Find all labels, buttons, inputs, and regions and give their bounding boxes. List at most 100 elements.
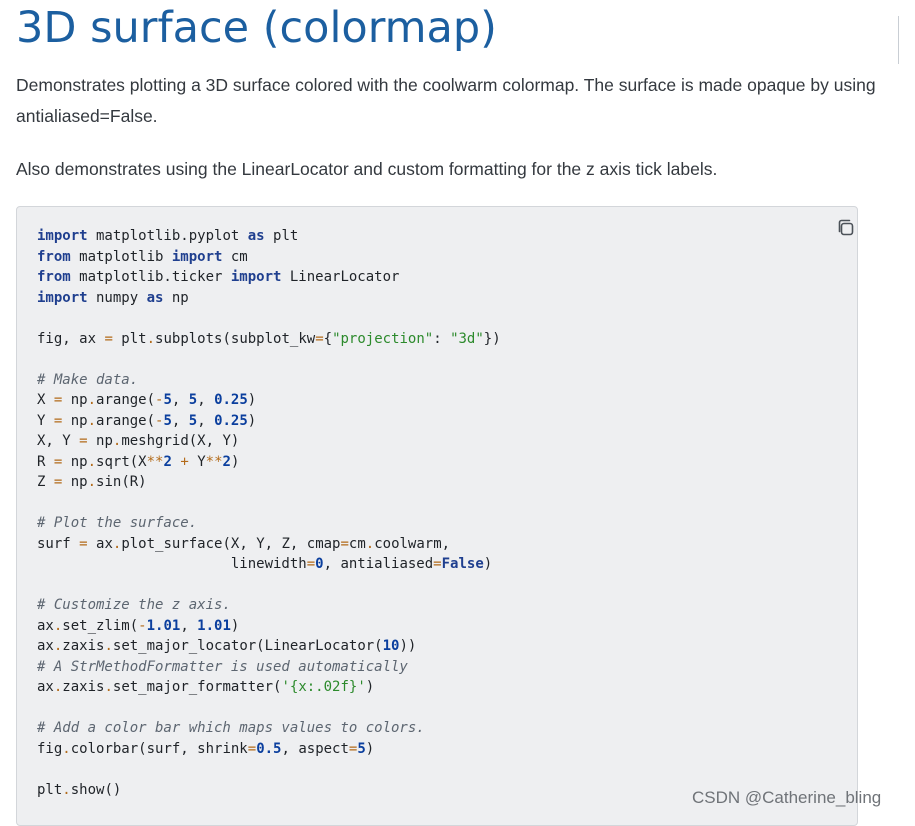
code-token: '{x:.02f}'	[281, 679, 366, 695]
scrollbar-divider	[898, 16, 899, 64]
code-token: 0	[315, 556, 324, 572]
code-token: Z	[37, 474, 54, 490]
code-token: 5	[163, 392, 172, 408]
code-line: from matplotlib.ticker import LinearLoca…	[37, 267, 501, 288]
code-token: set_zlim(	[62, 617, 139, 634]
code-token: sqrt(X	[96, 453, 147, 470]
code-token: .	[87, 392, 97, 408]
code-line: ax.set_zlim(-1.01, 1.01)	[37, 616, 501, 637]
code-token: as	[247, 228, 265, 244]
code-line: Z = np.sin(R)	[37, 472, 501, 493]
code-line: ax.zaxis.set_major_formatter('{x:.02f}')	[37, 677, 501, 698]
code-token: .	[104, 638, 113, 654]
code-line: # Add a color bar which maps values to c…	[37, 718, 501, 739]
code-line: # Make data.	[37, 370, 501, 391]
code-token: R	[37, 453, 54, 470]
code-token: np	[62, 474, 88, 490]
code-token: ))	[399, 638, 417, 654]
code-token: 2	[163, 453, 172, 470]
code-line: X = np.arange(-5, 5, 0.25)	[37, 390, 501, 411]
code-line: R = np.sqrt(X**2 + Y**2)	[37, 452, 501, 473]
code-token: numpy	[87, 289, 147, 306]
code-token: .	[104, 679, 113, 695]
code-token: ,	[180, 617, 198, 634]
code-token: surf	[37, 535, 80, 552]
code-token: np	[62, 412, 88, 429]
code-token: , antialiased	[323, 556, 434, 572]
code-token: matplotlib	[70, 248, 172, 265]
code-token: # Make data.	[37, 371, 139, 388]
code-token: fig	[37, 740, 63, 757]
code-token: np	[87, 433, 113, 449]
code-token: np	[62, 453, 88, 470]
code-token: fig, ax	[37, 330, 105, 347]
copy-button[interactable]	[835, 217, 857, 239]
code-token: plt	[37, 781, 63, 798]
code-token: )	[365, 740, 375, 757]
code-token: .	[62, 740, 71, 757]
code-token: =	[79, 535, 88, 552]
code-token: as	[146, 289, 164, 306]
code-line: fig.colorbar(surf, shrink=0.5, aspect=5)	[37, 739, 501, 760]
code-token: .	[87, 412, 97, 429]
code-token: **	[146, 453, 164, 470]
code-token: from	[37, 269, 71, 285]
code-block: import matplotlib.pyplot as plt from matp…	[16, 206, 858, 826]
code-line: # Customize the z axis.	[37, 595, 501, 616]
description-paragraph: Demonstrates plotting a 3D surface color…	[16, 75, 876, 126]
code-token: set_major_locator(LinearLocator(	[112, 638, 383, 654]
code-line: # Plot the surface.	[37, 513, 501, 534]
code-token: arange(	[96, 392, 156, 408]
code-token: show()	[70, 781, 122, 798]
code-token: ax	[37, 638, 54, 654]
code-token: +	[180, 453, 189, 470]
code-token: =	[79, 433, 88, 449]
code-line: X, Y = np.meshgrid(X, Y)	[37, 431, 501, 452]
code-line: # A StrMethodFormatter is used automatic…	[37, 657, 501, 678]
code-token: 5	[188, 392, 198, 408]
code-token: =	[340, 535, 349, 552]
code-token: })	[483, 330, 501, 347]
code-token: .	[62, 781, 71, 798]
code-token: LinearLocator	[281, 269, 400, 285]
code-token: # A StrMethodFormatter is used automatic…	[37, 658, 408, 675]
code-line: from matplotlib import cm	[37, 247, 501, 268]
code-token: import	[37, 289, 88, 306]
code-token: cm	[348, 535, 366, 552]
code-token: ax	[87, 535, 113, 552]
code-token: )	[365, 679, 375, 695]
code-token: 5	[188, 412, 198, 429]
code-token: ,	[197, 412, 215, 429]
code-line: linewidth=0, antialiased=False)	[37, 554, 501, 575]
code-token: X, Y	[37, 433, 80, 449]
code-token: matplotlib.pyplot	[87, 228, 248, 244]
code-token: , aspect	[281, 740, 349, 757]
code-token: **	[205, 453, 223, 470]
code-line: import numpy as np	[37, 288, 501, 309]
code-token: =	[433, 556, 442, 572]
code-token: ,	[171, 412, 189, 429]
code-token: 5	[357, 740, 366, 757]
code-token: zaxis	[62, 679, 105, 695]
code-token: )	[247, 392, 257, 408]
code-token: set_major_formatter(	[112, 679, 282, 695]
code-line: Y = np.arange(-5, 5, 0.25)	[37, 411, 501, 432]
code-token: .	[87, 474, 97, 490]
code-token: matplotlib.ticker	[70, 269, 231, 285]
code-token: cm	[222, 248, 248, 265]
code-line: plt.show()	[37, 780, 501, 801]
code-token: np	[163, 289, 189, 306]
code-token: meshgrid(X, Y)	[121, 433, 240, 449]
code-token: import	[230, 269, 282, 285]
page-title: 3D surface (colormap)	[16, 3, 497, 53]
code-token: .	[365, 535, 375, 552]
code-token: =	[306, 556, 316, 572]
code-token: zaxis	[62, 638, 105, 654]
code-token: 0.5	[256, 740, 282, 757]
code-token: =	[104, 330, 113, 347]
code-token: )	[230, 617, 240, 634]
code-token: colorbar(surf, shrink	[70, 740, 248, 757]
